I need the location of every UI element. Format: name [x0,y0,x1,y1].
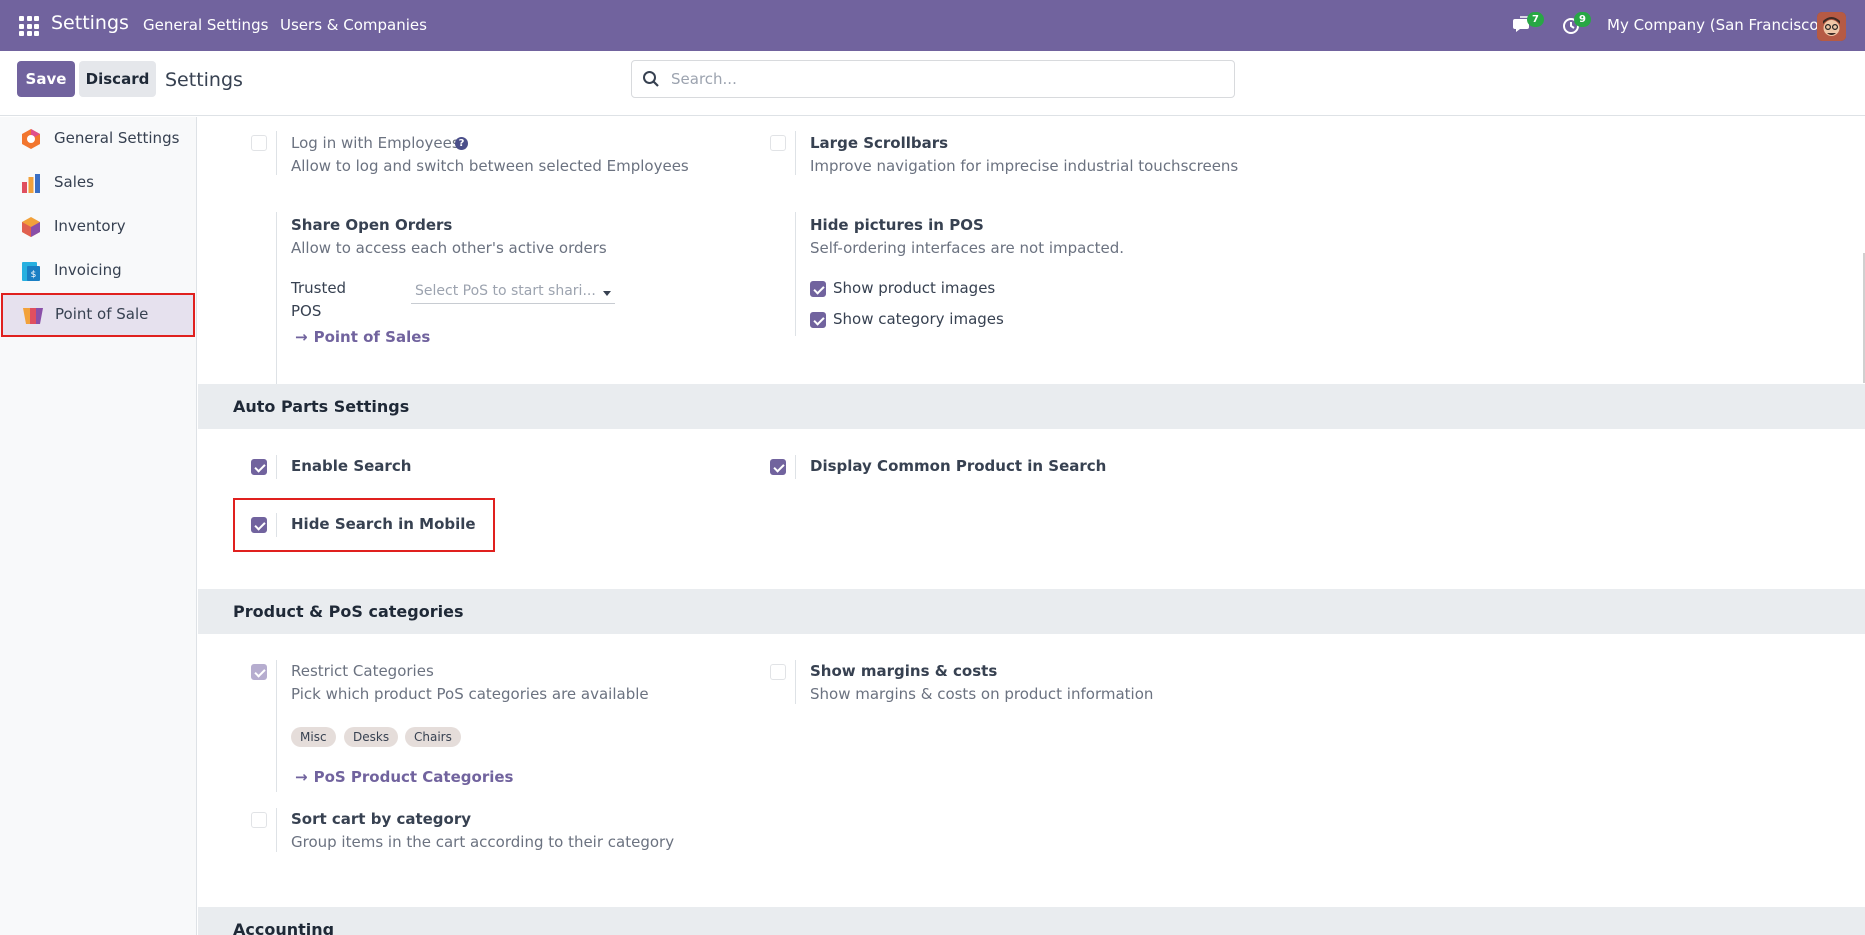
setting-divider [276,660,277,792]
top-navbar: Settings General Settings Users & Compan… [0,0,1865,51]
app-brand[interactable]: Settings [51,12,129,34]
company-switcher[interactable]: My Company (San Francisco) [1607,16,1824,34]
sort-cart-checkbox[interactable] [251,812,267,828]
show-margins-checkbox[interactable] [770,664,786,680]
setting-divider [276,808,277,852]
sort-cart-title: Sort cart by category [291,810,472,828]
search-input[interactable] [671,69,1221,89]
setting-divider [276,513,277,537]
login-employees-checkbox[interactable] [251,135,267,151]
trusted-pos-label-2: POS [291,302,322,320]
setting-divider [795,660,796,704]
show-category-images-label: Show category images [833,310,1004,328]
accounting-section-title: Accounting [233,920,335,935]
help-icon[interactable]: ? [455,137,468,150]
accounting-section-header: Accounting [198,907,1865,935]
settings-sidebar: General Settings Sales Inventory $ Invoi… [0,117,197,935]
control-panel: Save Discard Settings [0,51,1865,116]
menu-general-settings[interactable]: General Settings [143,16,268,34]
show-product-images-checkbox[interactable] [810,281,826,297]
category-tag[interactable]: Chairs [405,727,461,747]
sidebar-item-invoicing[interactable]: $ Invoicing [0,249,196,293]
setting-divider [795,212,796,336]
chevron-down-icon [603,291,611,296]
auto-parts-section-title: Auto Parts Settings [233,397,410,416]
page-title: Settings [165,69,243,91]
show-margins-desc: Show margins & costs on product informat… [810,685,1154,703]
trusted-pos-placeholder: Select PoS to start shari... [415,283,596,299]
save-button[interactable]: Save [17,61,75,97]
arrow-right-icon: → [295,768,308,786]
setting-divider [276,455,277,479]
sidebar-item-sales[interactable]: Sales [0,161,196,205]
trusted-pos-label: Trusted [291,279,347,297]
hide-pictures-desc: Self-ordering interfaces are not impacte… [810,239,1125,257]
setting-divider [795,455,796,479]
share-orders-title: Share Open Orders [291,216,453,234]
settings-content: Log in with Employees ? Allow to log and… [198,117,1865,935]
restrict-categories-desc: Pick which product PoS categories are av… [291,685,649,703]
menu-users-companies[interactable]: Users & Companies [280,16,427,34]
hide-pictures-title: Hide pictures in POS [810,216,984,234]
activities-badge: 9 [1574,12,1591,27]
sidebar-item-point-of-sale[interactable]: Point of Sale [1,293,195,337]
share-orders-desc: Allow to access each other's active orde… [291,239,607,257]
general-settings-icon [22,129,40,149]
show-margins-title: Show margins & costs [810,662,998,680]
search-icon [643,71,659,87]
user-avatar[interactable] [1817,12,1846,41]
setting-divider [795,131,796,175]
pos-product-categories-link-label: PoS Product Categories [313,768,514,786]
display-common-product-checkbox[interactable] [770,459,786,475]
sort-cart-desc: Group items in the cart according to the… [291,833,675,851]
sidebar-item-label: Sales [54,173,94,191]
large-scrollbars-title: Large Scrollbars [810,134,949,152]
login-employees-title: Log in with Employees [291,134,460,152]
discard-button[interactable]: Discard [79,61,156,97]
point-of-sale-icon [23,308,43,324]
hide-search-mobile-title: Hide Search in Mobile [291,515,476,533]
display-common-product-title: Display Common Product in Search [810,457,1107,475]
sales-icon [22,174,40,193]
sidebar-item-inventory[interactable]: Inventory [0,205,196,249]
show-category-images-checkbox[interactable] [810,312,826,328]
sidebar-item-label: General Settings [54,129,180,147]
restrict-categories-checkbox[interactable] [251,664,267,680]
category-tag[interactable]: Misc [291,727,336,747]
enable-search-checkbox[interactable] [251,459,267,475]
setting-divider [276,212,277,412]
trusted-pos-select[interactable]: Select PoS to start shari... [411,282,615,304]
hide-search-mobile-checkbox[interactable] [251,517,267,533]
show-product-images-label: Show product images [833,279,996,297]
invoicing-icon: $ [22,262,40,281]
search-bar[interactable] [631,60,1235,98]
restrict-categories-title: Restrict Categories [291,662,434,680]
large-scrollbars-desc: Improve navigation for imprecise industr… [810,157,1239,175]
pos-product-categories-link[interactable]: → PoS Product Categories [295,768,513,786]
sidebar-item-general-settings[interactable]: General Settings [0,117,196,161]
sidebar-item-label: Inventory [54,217,126,235]
categories-section-title: Product & PoS categories [233,602,464,621]
inventory-icon [22,217,40,237]
messages-badge: 7 [1527,12,1544,27]
sidebar-item-label: Point of Sale [55,305,149,323]
svg-text:$: $ [31,270,37,280]
large-scrollbars-checkbox[interactable] [770,135,786,151]
enable-search-title: Enable Search [291,457,412,475]
setting-divider [276,131,277,175]
auto-parts-section-header: Auto Parts Settings [198,384,1865,429]
point-of-sales-link-label: Point of Sales [313,328,431,346]
point-of-sales-link[interactable]: → Point of Sales [295,328,430,346]
app-menu-icon[interactable] [19,16,39,36]
login-employees-desc: Allow to log and switch between selected… [291,157,689,175]
arrow-right-icon: → [295,328,308,346]
sidebar-item-label: Invoicing [54,261,122,279]
category-tag[interactable]: Desks [344,727,399,747]
categories-section-header: Product & PoS categories [198,589,1865,634]
